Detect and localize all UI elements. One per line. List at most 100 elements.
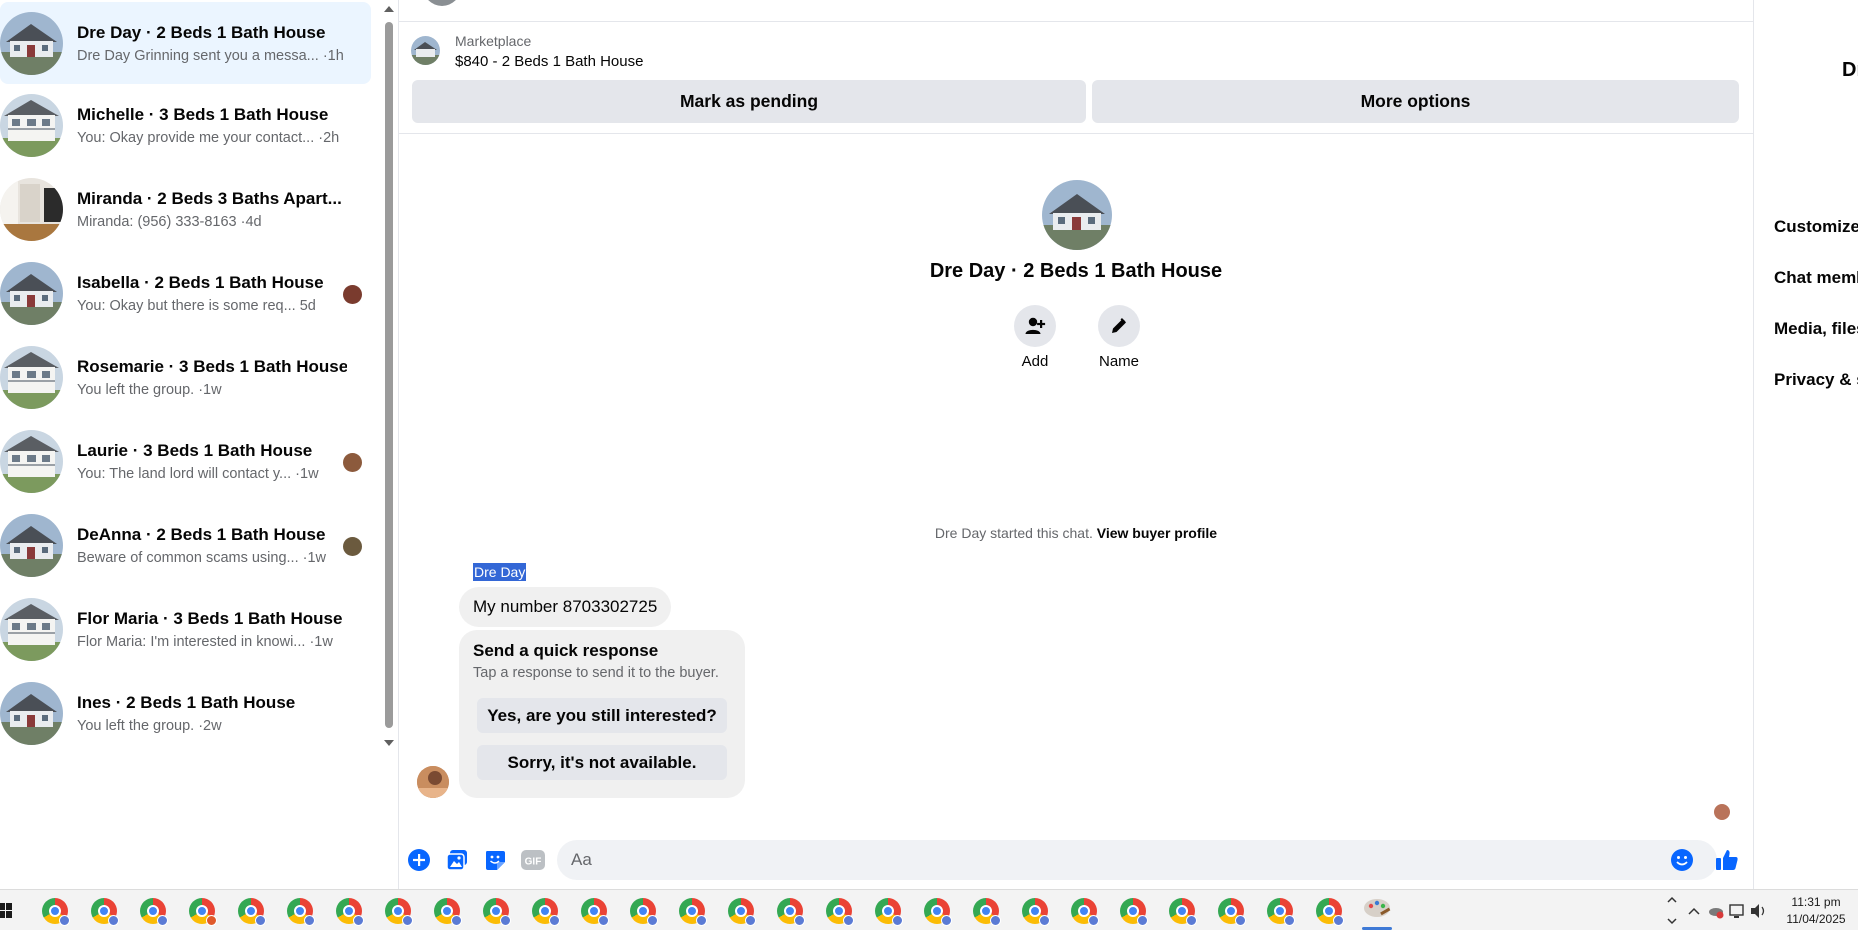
conversation-item[interactable]: Flor Maria · 3 Beds 1 Bath House Flor Ma… bbox=[0, 588, 371, 670]
emoji-icon[interactable] bbox=[1670, 848, 1694, 872]
header-avatar[interactable] bbox=[423, 0, 461, 6]
conversation-text: Miranda · 2 Beds 3 Baths Apart... Mirand… bbox=[77, 189, 347, 230]
name-chat-button[interactable] bbox=[1098, 305, 1140, 347]
conversation-item[interactable]: Miranda · 2 Beds 3 Baths Apart... Mirand… bbox=[0, 168, 371, 250]
windows-taskbar: 11:31 pm 11/04/2025 bbox=[0, 889, 1858, 930]
chrome-icon[interactable] bbox=[1218, 898, 1246, 926]
sidebar-scrollbar[interactable] bbox=[383, 0, 396, 760]
taskbar-active-app[interactable] bbox=[1358, 894, 1396, 930]
chrome-icon[interactable] bbox=[532, 898, 560, 926]
conversation-item[interactable]: Michelle · 3 Beds 1 Bath House You: Okay… bbox=[0, 84, 371, 166]
conversation-sidebar: Dre Day · 2 Beds 1 Bath House Dre Day Gr… bbox=[0, 0, 398, 889]
conversation-name: Laurie · 3 Beds 1 Bath House bbox=[77, 440, 313, 460]
network-icon[interactable] bbox=[1729, 904, 1744, 918]
message-input[interactable] bbox=[557, 840, 1717, 880]
house-thumbnail bbox=[0, 11, 63, 75]
scrollbar-thumb[interactable] bbox=[385, 22, 393, 728]
preview-time: ·1w bbox=[309, 633, 333, 650]
pencil-icon bbox=[1112, 318, 1126, 333]
conversation-item[interactable]: DeAnna · 2 Beds 1 Bath House Beware of c… bbox=[0, 504, 371, 586]
conversation-preview: You: Okay but there is some req... 5d bbox=[77, 298, 347, 314]
conversation-preview: Beware of common scams using... ·1w bbox=[77, 550, 347, 566]
chrome-icon[interactable] bbox=[1022, 898, 1050, 926]
chat-header-strip bbox=[399, 0, 1753, 22]
chrome-icon[interactable] bbox=[385, 898, 413, 926]
chrome-icon[interactable] bbox=[42, 898, 70, 926]
conversation-item[interactable]: Dre Day · 2 Beds 1 Bath House Dre Day Gr… bbox=[0, 2, 371, 84]
listing-title[interactable]: $840 - 2 Beds 1 Bath House bbox=[455, 53, 643, 70]
sticker-icon[interactable] bbox=[483, 848, 507, 872]
media-files-item[interactable]: Media, files bbox=[1774, 319, 1858, 339]
add-people-button[interactable] bbox=[1014, 305, 1056, 347]
chrome-icon[interactable] bbox=[1169, 898, 1197, 926]
taskbar-clock[interactable]: 11:31 pm 11/04/2025 bbox=[1774, 894, 1858, 928]
conversation-item[interactable]: Isabella · 2 Beds 1 Bath House You: Okay… bbox=[0, 252, 371, 334]
conversation-name: Michelle · 3 Beds 1 Bath House bbox=[77, 104, 329, 124]
chrome-icon[interactable] bbox=[189, 898, 217, 926]
chrome-icon[interactable] bbox=[826, 898, 854, 926]
conversation-name: Dre Day · 2 Beds 1 Bath House bbox=[77, 22, 326, 42]
participant-avatar bbox=[343, 453, 362, 472]
chrome-icon[interactable] bbox=[1267, 898, 1295, 926]
start-icon[interactable] bbox=[0, 902, 16, 920]
conversation-name: Ines · 2 Beds 1 Bath House bbox=[77, 692, 296, 712]
chrome-icon[interactable] bbox=[875, 898, 903, 926]
conversation-text: Michelle · 3 Beds 1 Bath House You: Okay… bbox=[77, 105, 347, 146]
system-tray bbox=[1685, 890, 1775, 931]
mark-as-pending-button[interactable]: Mark as pending bbox=[412, 80, 1086, 123]
house-thumbnail bbox=[0, 681, 63, 745]
quick-reply-not-available-button[interactable]: Sorry, it's not available. bbox=[477, 745, 727, 780]
show-hidden-icons-icon[interactable] bbox=[1688, 907, 1700, 915]
conversation-text: Isabella · 2 Beds 1 Bath House You: Okay… bbox=[77, 273, 347, 314]
chrome-icon[interactable] bbox=[973, 898, 1001, 926]
conversation-text: Dre Day · 2 Beds 1 Bath House Dre Day Gr… bbox=[77, 23, 347, 64]
chrome-icon[interactable] bbox=[91, 898, 119, 926]
scroll-up-arrow-icon[interactable] bbox=[384, 6, 394, 12]
chat-members-item[interactable]: Chat meml bbox=[1774, 268, 1858, 288]
message-bubble[interactable]: My number 8703302725 bbox=[459, 587, 672, 627]
conversation-item[interactable]: Laurie · 3 Beds 1 Bath House You: The la… bbox=[0, 420, 371, 502]
conversation-item[interactable]: Ines · 2 Beds 1 Bath House You left the … bbox=[0, 672, 371, 754]
chrome-icon[interactable] bbox=[630, 898, 658, 926]
privacy-support-item[interactable]: Privacy & s bbox=[1774, 370, 1858, 390]
quick-reply-interested-button[interactable]: Yes, are you still interested? bbox=[477, 698, 727, 733]
chrome-icon[interactable] bbox=[1316, 898, 1344, 926]
preview-time: ·2h bbox=[318, 129, 340, 146]
photo-icon[interactable] bbox=[445, 848, 469, 872]
scroll-down-arrow-icon[interactable] bbox=[384, 740, 394, 746]
house-thumbnail bbox=[0, 93, 63, 157]
participant-avatar bbox=[343, 285, 362, 304]
volume-icon[interactable] bbox=[1751, 904, 1765, 918]
taskbar-scroll[interactable] bbox=[1665, 890, 1679, 931]
clock-time: 11:31 pm bbox=[1791, 895, 1841, 909]
chrome-icon[interactable] bbox=[777, 898, 805, 926]
message-input-container bbox=[557, 840, 1717, 880]
conversation-item[interactable]: Rosemarie · 3 Beds 1 Bath House You left… bbox=[0, 336, 371, 418]
chrome-icon[interactable] bbox=[1071, 898, 1099, 926]
chrome-icon[interactable] bbox=[140, 898, 168, 926]
chrome-icon[interactable] bbox=[581, 898, 609, 926]
chrome-icon[interactable] bbox=[679, 898, 707, 926]
chrome-icon[interactable] bbox=[1120, 898, 1148, 926]
plus-circle-icon[interactable] bbox=[407, 848, 431, 872]
chrome-icon[interactable] bbox=[287, 898, 315, 926]
svg-text:GIF: GIF bbox=[525, 857, 542, 868]
more-options-button[interactable]: More options bbox=[1092, 80, 1739, 123]
sender-avatar[interactable] bbox=[417, 766, 449, 798]
view-buyer-profile-link[interactable]: View buyer profile bbox=[1097, 525, 1217, 541]
chat-panel: Marketplace $840 - 2 Beds 1 Bath House M… bbox=[398, 0, 1754, 889]
conversation-preview: You: Okay provide me your contact... ·2h bbox=[77, 130, 347, 146]
chrome-icon[interactable] bbox=[924, 898, 952, 926]
gif-icon[interactable]: GIF bbox=[521, 848, 545, 872]
thumbs-up-icon[interactable] bbox=[1715, 848, 1739, 872]
chrome-icon[interactable] bbox=[336, 898, 364, 926]
chrome-icon[interactable] bbox=[238, 898, 266, 926]
add-label: Add bbox=[1021, 353, 1049, 370]
chrome-icon[interactable] bbox=[728, 898, 756, 926]
chat-info-panel: Dr Customize Chat meml Media, files Priv… bbox=[1755, 0, 1858, 889]
chrome-icon[interactable] bbox=[434, 898, 462, 926]
started-text: Dre Day started this chat. bbox=[934, 525, 1093, 541]
onedrive-icon[interactable] bbox=[1709, 908, 1724, 919]
customize-chat-item[interactable]: Customize bbox=[1774, 217, 1858, 237]
chrome-icon[interactable] bbox=[483, 898, 511, 926]
